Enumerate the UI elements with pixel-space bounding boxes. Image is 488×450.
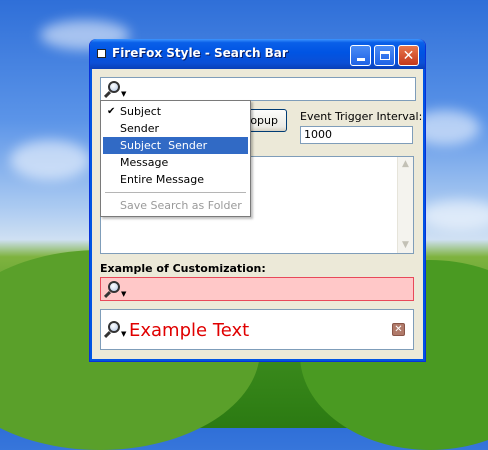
menu-separator [105,192,246,193]
pink-search-input[interactable]: ▼ [100,277,414,301]
customization-label: Example of Customization: [100,262,266,275]
menu-item-label: Subject [120,105,162,118]
menu-item-entire-message[interactable]: Entire Message [103,171,248,188]
magnifier-icon[interactable] [108,281,120,293]
menu-item-label: Entire Message [120,173,205,186]
menu-item-subject-sender[interactable]: Subject Sender [103,137,248,154]
checkmark-icon: ✔ [107,106,116,117]
maximize-button[interactable] [374,45,395,66]
event-trigger-label: Event Trigger Interval: [300,110,423,123]
vertical-scrollbar[interactable]: ▲ ▼ [397,157,413,253]
menu-item-subject[interactable]: ✔ Subject [103,103,248,120]
scroll-down-icon[interactable]: ▼ [398,238,413,253]
close-icon: ✕ [394,324,403,335]
menu-item-sender[interactable]: Sender [103,120,248,137]
menu-item-label: Sender [120,122,159,135]
search-options-menu: ✔ Subject Sender Subject Sender Message … [100,100,251,217]
menu-item-save-search: Save Search as Folder [103,197,248,214]
window-title: FireFox Style - Search Bar [112,46,288,60]
menu-item-label: Save Search as Folder [120,199,242,212]
close-icon: ✕ [402,47,415,64]
magnifier-icon[interactable] [108,81,120,93]
minimize-button[interactable] [350,45,371,66]
chevron-down-icon: ▼ [121,290,127,298]
minimize-icon [356,58,365,61]
app-icon [97,49,106,58]
scroll-up-icon[interactable]: ▲ [398,157,413,172]
event-trigger-input[interactable]: 1000 [300,126,413,144]
close-button[interactable]: ✕ [398,45,419,66]
main-window: FireFox Style - Search Bar ✕ ▼ opup Even… [89,39,426,362]
search-input[interactable]: ▼ [100,77,416,101]
menu-item-message[interactable]: Message [103,154,248,171]
menu-item-label: Message [120,156,169,169]
chevron-down-icon: ▼ [121,330,127,338]
example-search-input[interactable]: ▼ Example Text ✕ [100,309,414,350]
popup-button-label: opup [250,114,278,127]
menu-item-label: Subject Sender [120,139,208,152]
chevron-down-icon: ▼ [121,90,127,98]
maximize-icon [379,51,390,60]
title-bar[interactable]: FireFox Style - Search Bar ✕ [90,39,425,69]
clear-button[interactable]: ✕ [392,323,405,336]
magnifier-icon[interactable] [108,321,120,333]
example-text: Example Text [129,320,250,341]
